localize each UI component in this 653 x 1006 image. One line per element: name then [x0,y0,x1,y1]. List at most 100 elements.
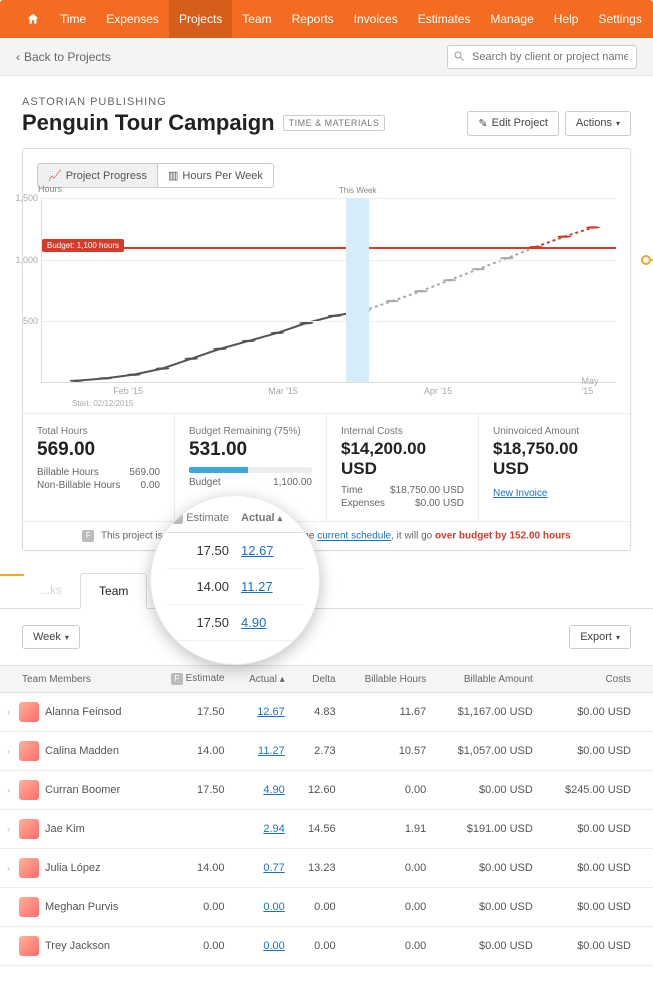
help-link[interactable]: Help [544,0,589,38]
home-icon[interactable] [16,0,50,38]
callout-marker [641,255,653,265]
actual-hours-link[interactable]: 11.27 [258,745,285,757]
avatar [19,702,39,722]
member-cell[interactable]: › Julia López [4,858,143,878]
tab-hours-per-week[interactable]: ▥ Hours Per Week [158,163,274,188]
back-link[interactable]: ‹ Back to Projects [16,50,111,64]
chevron-right-icon: › [4,707,13,717]
nav-manage[interactable]: Manage [480,0,543,38]
nav-reports[interactable]: Reports [282,0,344,38]
actual-hours-link[interactable]: 12.67 [241,543,274,558]
avatar [19,819,39,839]
table-row: Meghan Purvis0.000.000.000.00$0.00 USD$0… [0,888,653,927]
member-cell[interactable]: ›Jae Kim [4,819,143,839]
actual-hours-link[interactable]: 11.27 [241,579,273,594]
table-row: ›Curran Boomer17.504.9012.600.00$0.00 US… [0,771,653,810]
avatar [19,858,39,878]
project-title: Penguin Tour Campaign [22,110,275,136]
billing-type-badge: TIME & MATERIALS [283,115,386,131]
chevron-down-icon: ▾ [65,633,69,642]
chevron-right-icon: › [4,785,13,795]
progress-chart: Hours 5001,0001,500Feb '15Mar '15Apr '15… [41,198,616,383]
export-button[interactable]: Export ▾ [569,625,631,649]
nav-projects[interactable]: Projects [169,0,232,38]
section-tabs: ...ks Team Invoices [0,573,653,609]
search-icon [453,50,465,62]
progress-card: 📈 Project Progress ▥ Hours Per Week Hour… [22,148,631,551]
chevron-down-icon: ▾ [616,119,620,128]
member-cell[interactable]: › Alanna Feinsod [4,702,143,722]
nav-estimates[interactable]: Estimates [408,0,481,38]
bar-chart-icon: ▥ [168,169,178,182]
table-row: ›Alanna Feinsod17.5012.674.8311.67$1,167… [0,693,653,732]
schedule-link[interactable]: current schedule [317,531,391,542]
sub-bar: ‹ Back to Projects [0,38,653,76]
avatar [19,741,39,761]
member-cell[interactable]: › Curran Boomer [4,780,143,800]
trend-icon: 📈 [48,169,62,182]
table-row: ›Jae Kim2.9414.561.91$191.00 USD$0.00 US… [0,810,653,849]
avatar [19,780,39,800]
th-delta[interactable]: Delta [293,666,344,693]
member-name: Alanna Feinsod [45,706,121,718]
search-input[interactable] [447,45,637,69]
member-name: Trey Jackson [45,940,110,952]
th-members[interactable]: Team Members [0,666,151,693]
th-amount[interactable]: Billable Amount [434,666,541,693]
sort-asc-icon: ▴ [280,674,285,685]
member-name: Jae Kim [45,823,85,835]
tab-tasks[interactable]: ...ks [22,573,80,608]
th-estimate[interactable]: F Estimate [151,666,232,693]
stat-uninvoiced: Uninvoiced Amount $18,750.00 USD New Inv… [479,414,630,521]
settings-link[interactable]: Settings [588,0,651,38]
forecast-badge-icon: F [82,530,94,542]
member-name: Calina Madden [45,745,119,757]
client-name: ASTORIAN PUBLISHING [22,96,631,108]
tab-team[interactable]: Team [80,573,147,609]
member-cell: Trey Jackson [4,936,143,956]
nav-time[interactable]: Time [50,0,96,38]
stat-total-hours: Total Hours 569.00 Billable Hours569.00 … [23,414,175,521]
nav-expenses[interactable]: Expenses [96,0,169,38]
actual-hours-link[interactable]: 0.00 [263,940,284,952]
actions-menu-button[interactable]: Actions ▾ [565,111,631,136]
chevron-left-icon: ‹ [16,50,20,64]
edit-project-button[interactable]: ✎ Edit Project [467,111,558,136]
th-billable[interactable]: Billable Hours [344,666,435,693]
member-name: Meghan Purvis [45,901,118,913]
th-costs[interactable]: Costs [541,666,653,693]
actual-hours-link[interactable]: 12.67 [257,706,285,718]
actual-hours-link[interactable]: 0.00 [263,901,284,913]
avatar [19,897,39,917]
budget-progress-bar [189,467,312,473]
search-box [447,45,637,69]
y-axis-label: Hours [38,184,62,194]
nav-team[interactable]: Team [232,0,281,38]
member-cell[interactable]: › Calina Madden [4,741,143,761]
member-name: Julia López [45,862,101,874]
pencil-icon: ✎ [478,117,487,130]
avatar [19,936,39,956]
team-table: Team Members F Estimate Actual ▴ Delta B… [0,665,653,966]
chevron-down-icon: ▾ [616,633,620,642]
th-actual[interactable]: Actual ▴ [233,666,293,693]
chevron-right-icon: › [4,863,13,873]
sort-asc-icon: ▴ [278,513,283,524]
callout-marker [0,574,24,576]
actual-hours-link[interactable]: 4.90 [263,784,284,796]
new-invoice-link[interactable]: New Invoice [493,488,547,499]
forecast-badge-icon: F [171,673,183,685]
actual-hours-link[interactable]: 2.94 [263,823,284,835]
period-selector[interactable]: Week ▾ [22,625,80,649]
actual-hours-link[interactable]: 0.77 [263,862,284,874]
table-row: ›Julia López14.000.7713.230.00$0.00 USD$… [0,849,653,888]
top-nav: TimeExpensesProjectsTeamReportsInvoicesE… [0,0,653,38]
chevron-right-icon: › [4,746,13,756]
forecast-info-bar: F This project is linked to Forecast – B… [23,521,630,550]
member-name: Curran Boomer [45,784,120,796]
stat-internal-costs: Internal Costs $14,200.00 USD Time$18,75… [327,414,479,521]
nav-invoices[interactable]: Invoices [344,0,408,38]
magnifier-callout: FEstimate Actual▴ 17.5012.6714.0011.2717… [150,495,320,665]
table-row: ›Calina Madden14.0011.272.7310.57$1,057.… [0,732,653,771]
actual-hours-link[interactable]: 4.90 [241,615,266,630]
